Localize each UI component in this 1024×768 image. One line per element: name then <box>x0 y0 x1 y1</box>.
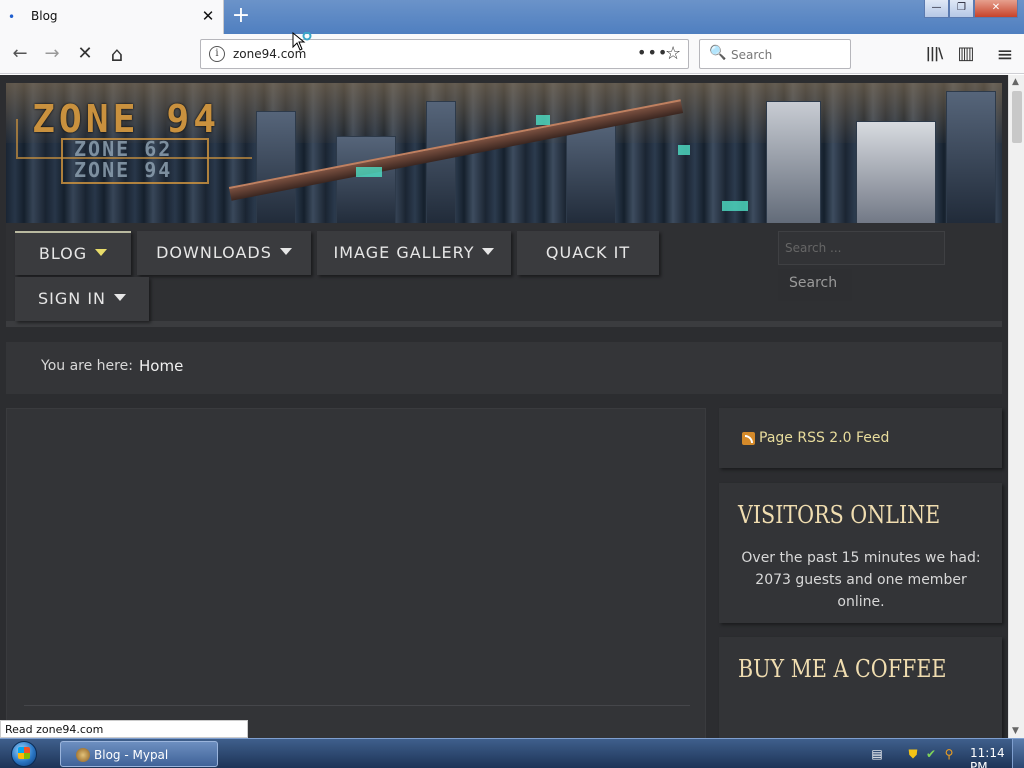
search-engine-icon[interactable]: 🔍 <box>709 45 726 61</box>
tab-title: Blog <box>31 9 58 23</box>
minimize-button[interactable]: — <box>924 0 949 18</box>
menu-item-downloads[interactable]: DOWNLOADS <box>137 231 311 275</box>
menu-item-image-gallery[interactable]: IMAGE GALLERY <box>317 231 511 275</box>
network-icon[interactable]: ✔ <box>924 747 938 761</box>
browser-search-placeholder: Search <box>731 48 773 62</box>
system-tray: ▤ ⛊ ✔ ⚲ 11:14 PM <box>864 739 1024 768</box>
chevron-down-icon <box>114 294 126 301</box>
tab-close-icon[interactable]: ✕ <box>198 5 218 27</box>
breadcrumb: You are here: Home <box>6 342 1002 394</box>
tab-blog[interactable]: • Blog ✕ <box>0 0 224 34</box>
chevron-down-icon <box>95 249 108 256</box>
rss-module: Page RSS 2.0 Feed <box>719 408 1002 468</box>
mypal-app-icon <box>76 748 90 762</box>
page-scrollbar[interactable]: ▲ ▼ <box>1008 75 1024 738</box>
scroll-down-icon[interactable]: ▼ <box>1012 726 1019 736</box>
back-button[interactable]: ← <box>6 40 34 68</box>
menu-item-sign-in[interactable]: SIGN IN <box>15 277 149 321</box>
stop-button[interactable]: ✕ <box>71 40 99 68</box>
menu-item-blog[interactable]: BLOG <box>15 231 131 275</box>
keyboard-icon[interactable]: ▤ <box>870 747 884 761</box>
chevron-down-icon <box>279 248 292 255</box>
breadcrumb-label: You are here: <box>41 358 133 374</box>
library-icon[interactable]: |||\ <box>920 40 948 68</box>
rss-feed-link[interactable]: Page RSS 2.0 Feed <box>759 430 889 446</box>
tab-strip: • Blog ✕ + — ❐ ✕ <box>0 0 1024 34</box>
close-window-button[interactable]: ✕ <box>974 0 1018 18</box>
new-tab-button[interactable]: + <box>229 3 253 29</box>
content-divider <box>24 705 690 706</box>
buy-me-a-coffee-module: BUY ME A COFFEE <box>719 637 1002 738</box>
visitors-online-heading: VISITORS ONLINE <box>738 501 941 529</box>
hamburger-menu-icon[interactable]: ≡ <box>991 40 1019 68</box>
window-controls: — ❐ ✕ <box>924 0 1018 18</box>
breadcrumb-home: Home <box>139 357 184 375</box>
browser-search-box[interactable]: 🔍 Search <box>699 39 851 69</box>
home-button[interactable]: ⌂ <box>103 40 131 68</box>
rss-icon <box>742 432 755 445</box>
busy-cursor-icon <box>292 32 312 51</box>
security-shield-icon[interactable]: ⛊ <box>906 747 920 761</box>
windows-logo-icon <box>18 747 30 759</box>
sidebar-toggle-icon[interactable]: ▥ <box>952 40 980 68</box>
restore-button[interactable]: ❐ <box>949 0 974 18</box>
search-tray-icon[interactable]: ⚲ <box>942 747 956 761</box>
main-menu: BLOG DOWNLOADS IMAGE GALLERY QUACK IT SI… <box>6 223 1002 327</box>
scroll-up-icon[interactable]: ▲ <box>1012 77 1019 87</box>
site-logo[interactable]: ZONE 94 <box>32 97 220 141</box>
taskbar-item-label: Blog - Mypal <box>94 748 169 762</box>
main-content-area <box>6 408 706 738</box>
web-page: ZONE 94 ZONE 62 ZONE 94 BLOG DOWNLOADS I… <box>0 75 1008 738</box>
site-search-input[interactable]: Search ... <box>778 231 945 265</box>
scrollbar-thumb[interactable] <box>1012 91 1022 143</box>
start-button[interactable] <box>2 739 48 768</box>
menu-item-quack-it[interactable]: QUACK IT <box>517 231 659 275</box>
forward-button[interactable]: → <box>38 40 66 68</box>
show-desktop-button[interactable] <box>1012 739 1024 768</box>
chevron-down-icon <box>482 248 495 255</box>
bookmark-star-icon[interactable]: ☆ <box>665 43 681 64</box>
tab-loading-icon: • <box>8 10 16 24</box>
visitors-online-text: Over the past 15 minutes we had: 2073 gu… <box>741 550 981 610</box>
visitors-online-module: VISITORS ONLINE Over the past 15 minutes… <box>719 483 1002 623</box>
address-bar[interactable]: i zone94.com ••• ☆ <box>200 39 689 69</box>
page-actions-icon[interactable]: ••• <box>637 43 668 62</box>
site-header-banner[interactable]: ZONE 94 ZONE 62 ZONE 94 <box>6 83 1002 231</box>
taskbar: Blog - Mypal ▤ ⛊ ✔ ⚲ 11:14 PM <box>0 738 1024 768</box>
navigation-toolbar: ← → ✕ ⌂ i zone94.com ••• ☆ 🔍 Search |||\… <box>0 34 1024 74</box>
status-text: Read zone94.com <box>0 720 248 738</box>
buy-me-a-coffee-heading: BUY ME A COFFEE <box>738 655 947 683</box>
logo-subtitle-2: ZONE 94 <box>74 158 173 182</box>
site-info-icon[interactable]: i <box>209 46 225 62</box>
taskbar-item-mypal[interactable]: Blog - Mypal <box>60 741 218 767</box>
site-search-button[interactable]: Search <box>778 269 852 301</box>
